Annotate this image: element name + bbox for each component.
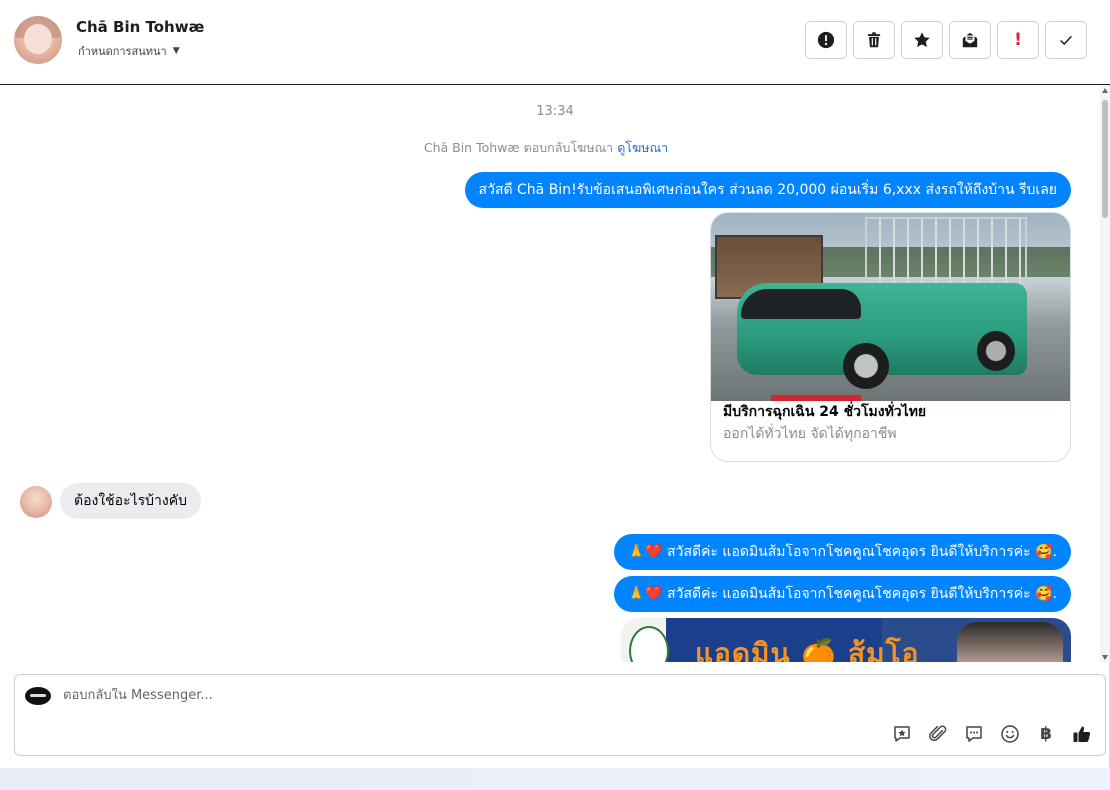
star-button[interactable] xyxy=(901,21,943,59)
image-banner-text: แอดมิน 🍊 ส้มโอ xyxy=(695,637,920,662)
message-timestamp: 13:34 xyxy=(536,104,574,119)
scrollbar-thumb[interactable] xyxy=(1102,100,1108,218)
window-bottom-strip xyxy=(0,768,1110,790)
envelope-open-icon xyxy=(962,32,978,48)
chat-button[interactable] xyxy=(963,723,985,745)
check-icon xyxy=(1060,35,1072,46)
thumbs-up-icon xyxy=(1073,726,1091,742)
assign-conversation-dropdown[interactable]: กำหนดการสนทนา ▼ xyxy=(78,42,180,60)
contact-avatar[interactable] xyxy=(14,16,62,64)
dealer-seal-logo xyxy=(629,626,669,662)
image-person xyxy=(957,622,1063,662)
trash-icon xyxy=(867,32,881,48)
star-icon xyxy=(914,32,930,48)
thread-scrollbar[interactable] xyxy=(1100,86,1110,662)
caret-down-icon: ▼ xyxy=(172,46,180,56)
ad-image-wheel xyxy=(843,343,889,389)
contact-avatar-small[interactable] xyxy=(20,486,52,518)
view-ad-link[interactable]: ดูโฆษณา xyxy=(617,140,668,155)
follow-up-button[interactable]: ! xyxy=(997,21,1039,59)
exclamation-circle-icon xyxy=(817,31,835,49)
ad-image xyxy=(711,213,1070,401)
page-avatar xyxy=(25,687,51,705)
message-composer: ฿ xyxy=(14,674,1106,756)
outgoing-message[interactable]: 🙏❤️ สวัสดีค่ะ แอดมินส้มโอจากโชคคูณโชคอุด… xyxy=(613,534,1071,570)
red-exclamation-icon: ! xyxy=(1014,30,1022,50)
mark-done-button[interactable] xyxy=(1045,21,1087,59)
baht-icon: ฿ xyxy=(1040,724,1052,744)
mark-unread-button[interactable] xyxy=(949,21,991,59)
outgoing-message[interactable]: 🙏❤️ สวัสดีค่ะ แอดมินส้มโอจากโชคคูณโชคอุด… xyxy=(613,576,1071,612)
payment-button[interactable]: ฿ xyxy=(1035,723,1057,745)
incoming-message[interactable]: ต้องใช้อะไรบ้างคับ xyxy=(60,483,201,519)
saved-reply-icon xyxy=(894,726,910,742)
ad-image-wheel xyxy=(977,331,1015,371)
conversation-header: Chā Bin Tohwæ กำหนดการสนทนา ▼ ! xyxy=(0,0,1110,85)
ad-preview-card[interactable]: มีบริการฉุกเฉิน 24 ชั่วโมงทั่วไทย ออกได้… xyxy=(710,212,1071,462)
assign-label: กำหนดการสนทนา xyxy=(78,45,167,58)
saved-reply-button[interactable] xyxy=(891,723,913,745)
outgoing-image-message[interactable]: แอดมิน 🍊 ส้มโอ xyxy=(621,618,1071,662)
emoji-button[interactable] xyxy=(999,723,1021,745)
message-thread[interactable]: 13:34 Chā Bin Tohwæ ตอบกลับโฆษณา ดูโฆษณา… xyxy=(0,86,1100,662)
attachment-button[interactable] xyxy=(927,723,949,745)
composer-toolbar: ฿ xyxy=(891,723,1093,745)
ad-reply-notice: Chā Bin Tohwæ ตอบกลับโฆษณา ดูโฆษณา xyxy=(0,138,1092,158)
reply-input[interactable] xyxy=(63,688,763,703)
avatar-face xyxy=(24,24,52,54)
spam-report-button[interactable] xyxy=(805,21,847,59)
contact-name[interactable]: Chā Bin Tohwæ xyxy=(76,18,204,36)
ad-image-hood xyxy=(741,289,861,319)
scroll-up-arrow-icon[interactable] xyxy=(1102,88,1108,93)
outgoing-message[interactable]: สวัสดี Chā Bin!รับข้อเสนอพิเศษก่อนใคร ส่… xyxy=(464,172,1071,208)
delete-button[interactable] xyxy=(853,21,895,59)
attachment-icon xyxy=(929,725,947,742)
emoji-icon xyxy=(1001,725,1019,743)
chat-icon xyxy=(966,726,982,742)
header-toolbar: ! xyxy=(805,21,1087,59)
scroll-down-arrow-icon[interactable] xyxy=(1102,655,1108,660)
messenger-panel: Chā Bin Tohwæ กำหนดการสนทนา ▼ ! 13:34 Ch… xyxy=(0,0,1110,768)
ad-subtitle: ออกได้ทั่วไทย จัดได้ทุกอาชีพ xyxy=(723,426,897,442)
thumbs-up-button[interactable] xyxy=(1071,723,1093,745)
ad-reply-text: Chā Bin Tohwæ ตอบกลับโฆษณา xyxy=(423,140,614,155)
ad-title: มีบริการฉุกเฉิน 24 ชั่วโมงทั่วไทย xyxy=(723,404,927,420)
